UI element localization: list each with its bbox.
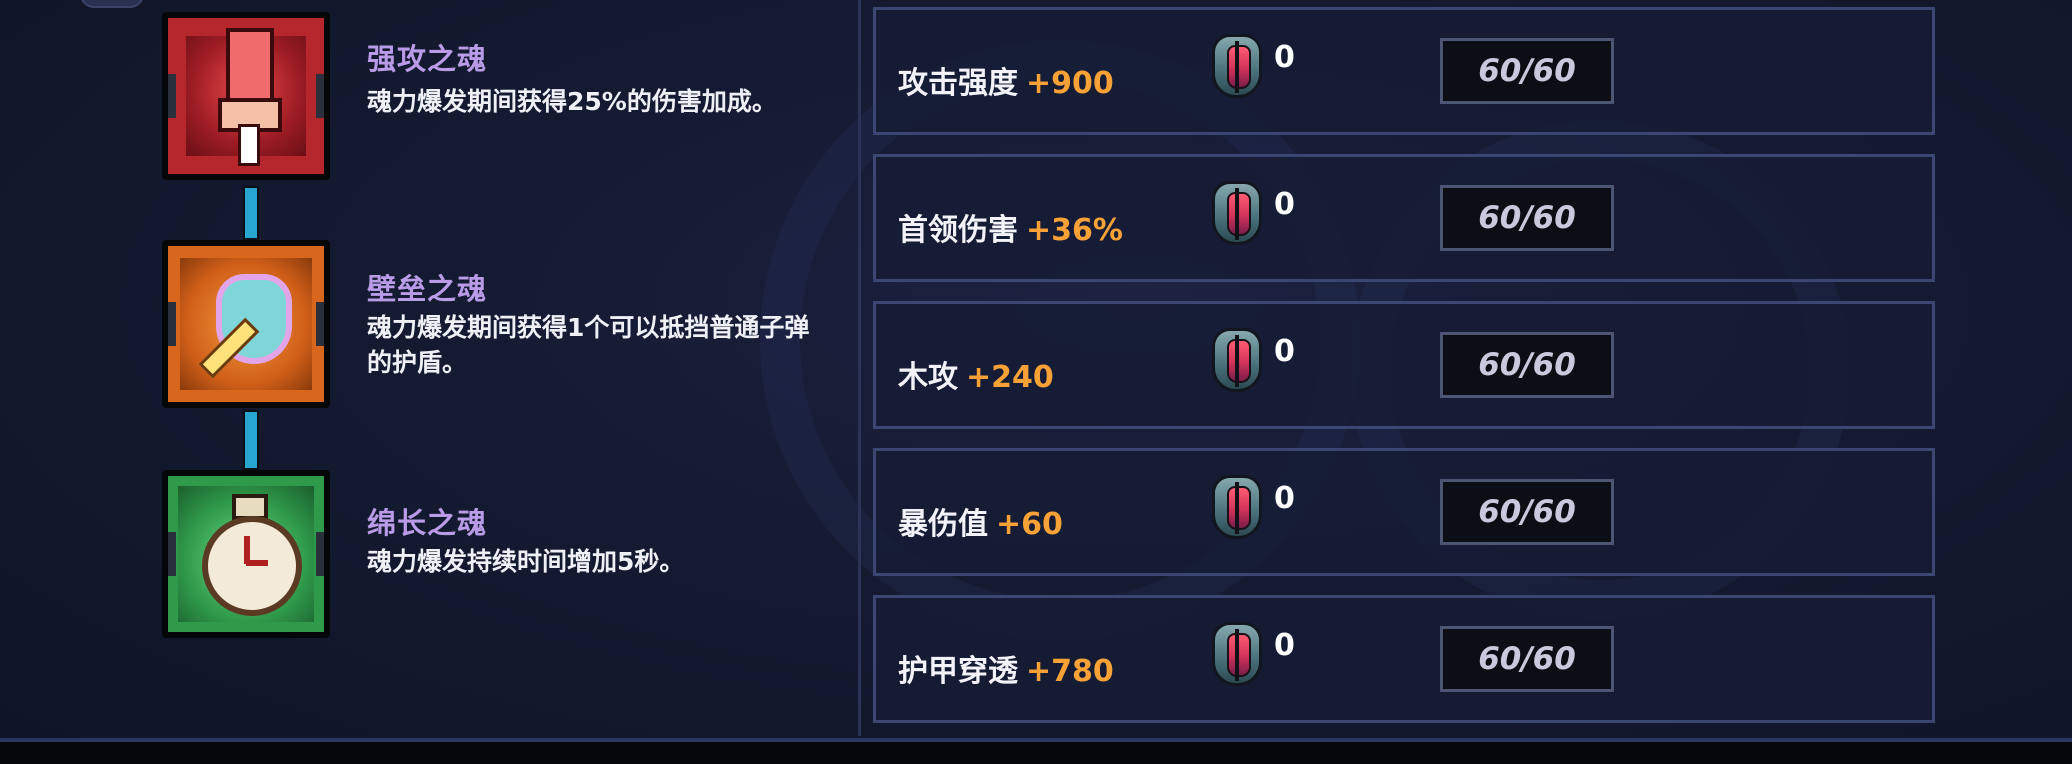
stat-bonus: +60 — [996, 507, 1063, 542]
column-divider — [858, 0, 861, 736]
item-count: 0 — [1274, 334, 1295, 369]
shield-gem-icon — [1212, 328, 1262, 392]
stat-row[interactable]: 木攻 +240 0 60/60 — [873, 301, 1935, 429]
progress-counter: 60/60 — [1440, 479, 1614, 545]
item-count: 0 — [1274, 40, 1295, 75]
soul-name: 强攻之魂 — [367, 42, 488, 76]
progress-counter: 60/60 — [1440, 626, 1614, 692]
stat-label: 首领伤害 +36% — [898, 213, 1123, 248]
progress-counter: 60/60 — [1440, 185, 1614, 251]
progress-counter: 60/60 — [1440, 332, 1614, 398]
orange-shield-soul-icon[interactable] — [162, 240, 330, 408]
soul-description: 魂力爆发期间获得1个可以抵挡普通子弹的护盾。 — [367, 313, 810, 377]
soul-description: 魂力爆发期间获得25%的伤害加成。 — [367, 87, 777, 116]
soul-description: 魂力爆发持续时间增加5秒。 — [367, 547, 685, 576]
panel-top-knob — [80, 0, 144, 8]
soul-name: 绵长之魂 — [367, 506, 488, 540]
shield-gem-icon — [1212, 181, 1262, 245]
bottom-bar — [0, 742, 2072, 764]
green-stopwatch-soul-icon[interactable] — [162, 470, 330, 638]
stat-label: 暴伤值 +60 — [898, 507, 1063, 542]
stat-bonus: +900 — [1026, 66, 1114, 101]
stat-bonus: +780 — [1026, 654, 1114, 689]
stat-row[interactable]: 暴伤值 +60 0 60/60 — [873, 448, 1935, 576]
item-count: 0 — [1274, 628, 1295, 663]
stat-row[interactable]: 攻击强度 +900 0 60/60 — [873, 7, 1935, 135]
progress-counter: 60/60 — [1440, 38, 1614, 104]
stat-label: 攻击强度 +900 — [898, 66, 1114, 101]
stat-bonus: +36% — [1026, 213, 1123, 248]
stat-row[interactable]: 首领伤害 +36% 0 60/60 — [873, 154, 1935, 282]
stat-label: 护甲穿透 +780 — [898, 654, 1114, 689]
stat-label: 木攻 +240 — [898, 360, 1054, 395]
soul-connector — [243, 186, 259, 240]
shield-gem-icon — [1212, 475, 1262, 539]
soul-name: 壁垒之魂 — [367, 272, 488, 306]
stat-row[interactable]: 护甲穿透 +780 0 60/60 — [873, 595, 1935, 723]
soul-connector — [243, 410, 259, 470]
stat-bonus: +240 — [966, 360, 1054, 395]
item-count: 0 — [1274, 481, 1295, 516]
red-sword-soul-icon[interactable] — [162, 12, 330, 180]
shield-gem-icon — [1212, 622, 1262, 686]
item-count: 0 — [1274, 187, 1295, 222]
shield-gem-icon — [1212, 34, 1262, 98]
